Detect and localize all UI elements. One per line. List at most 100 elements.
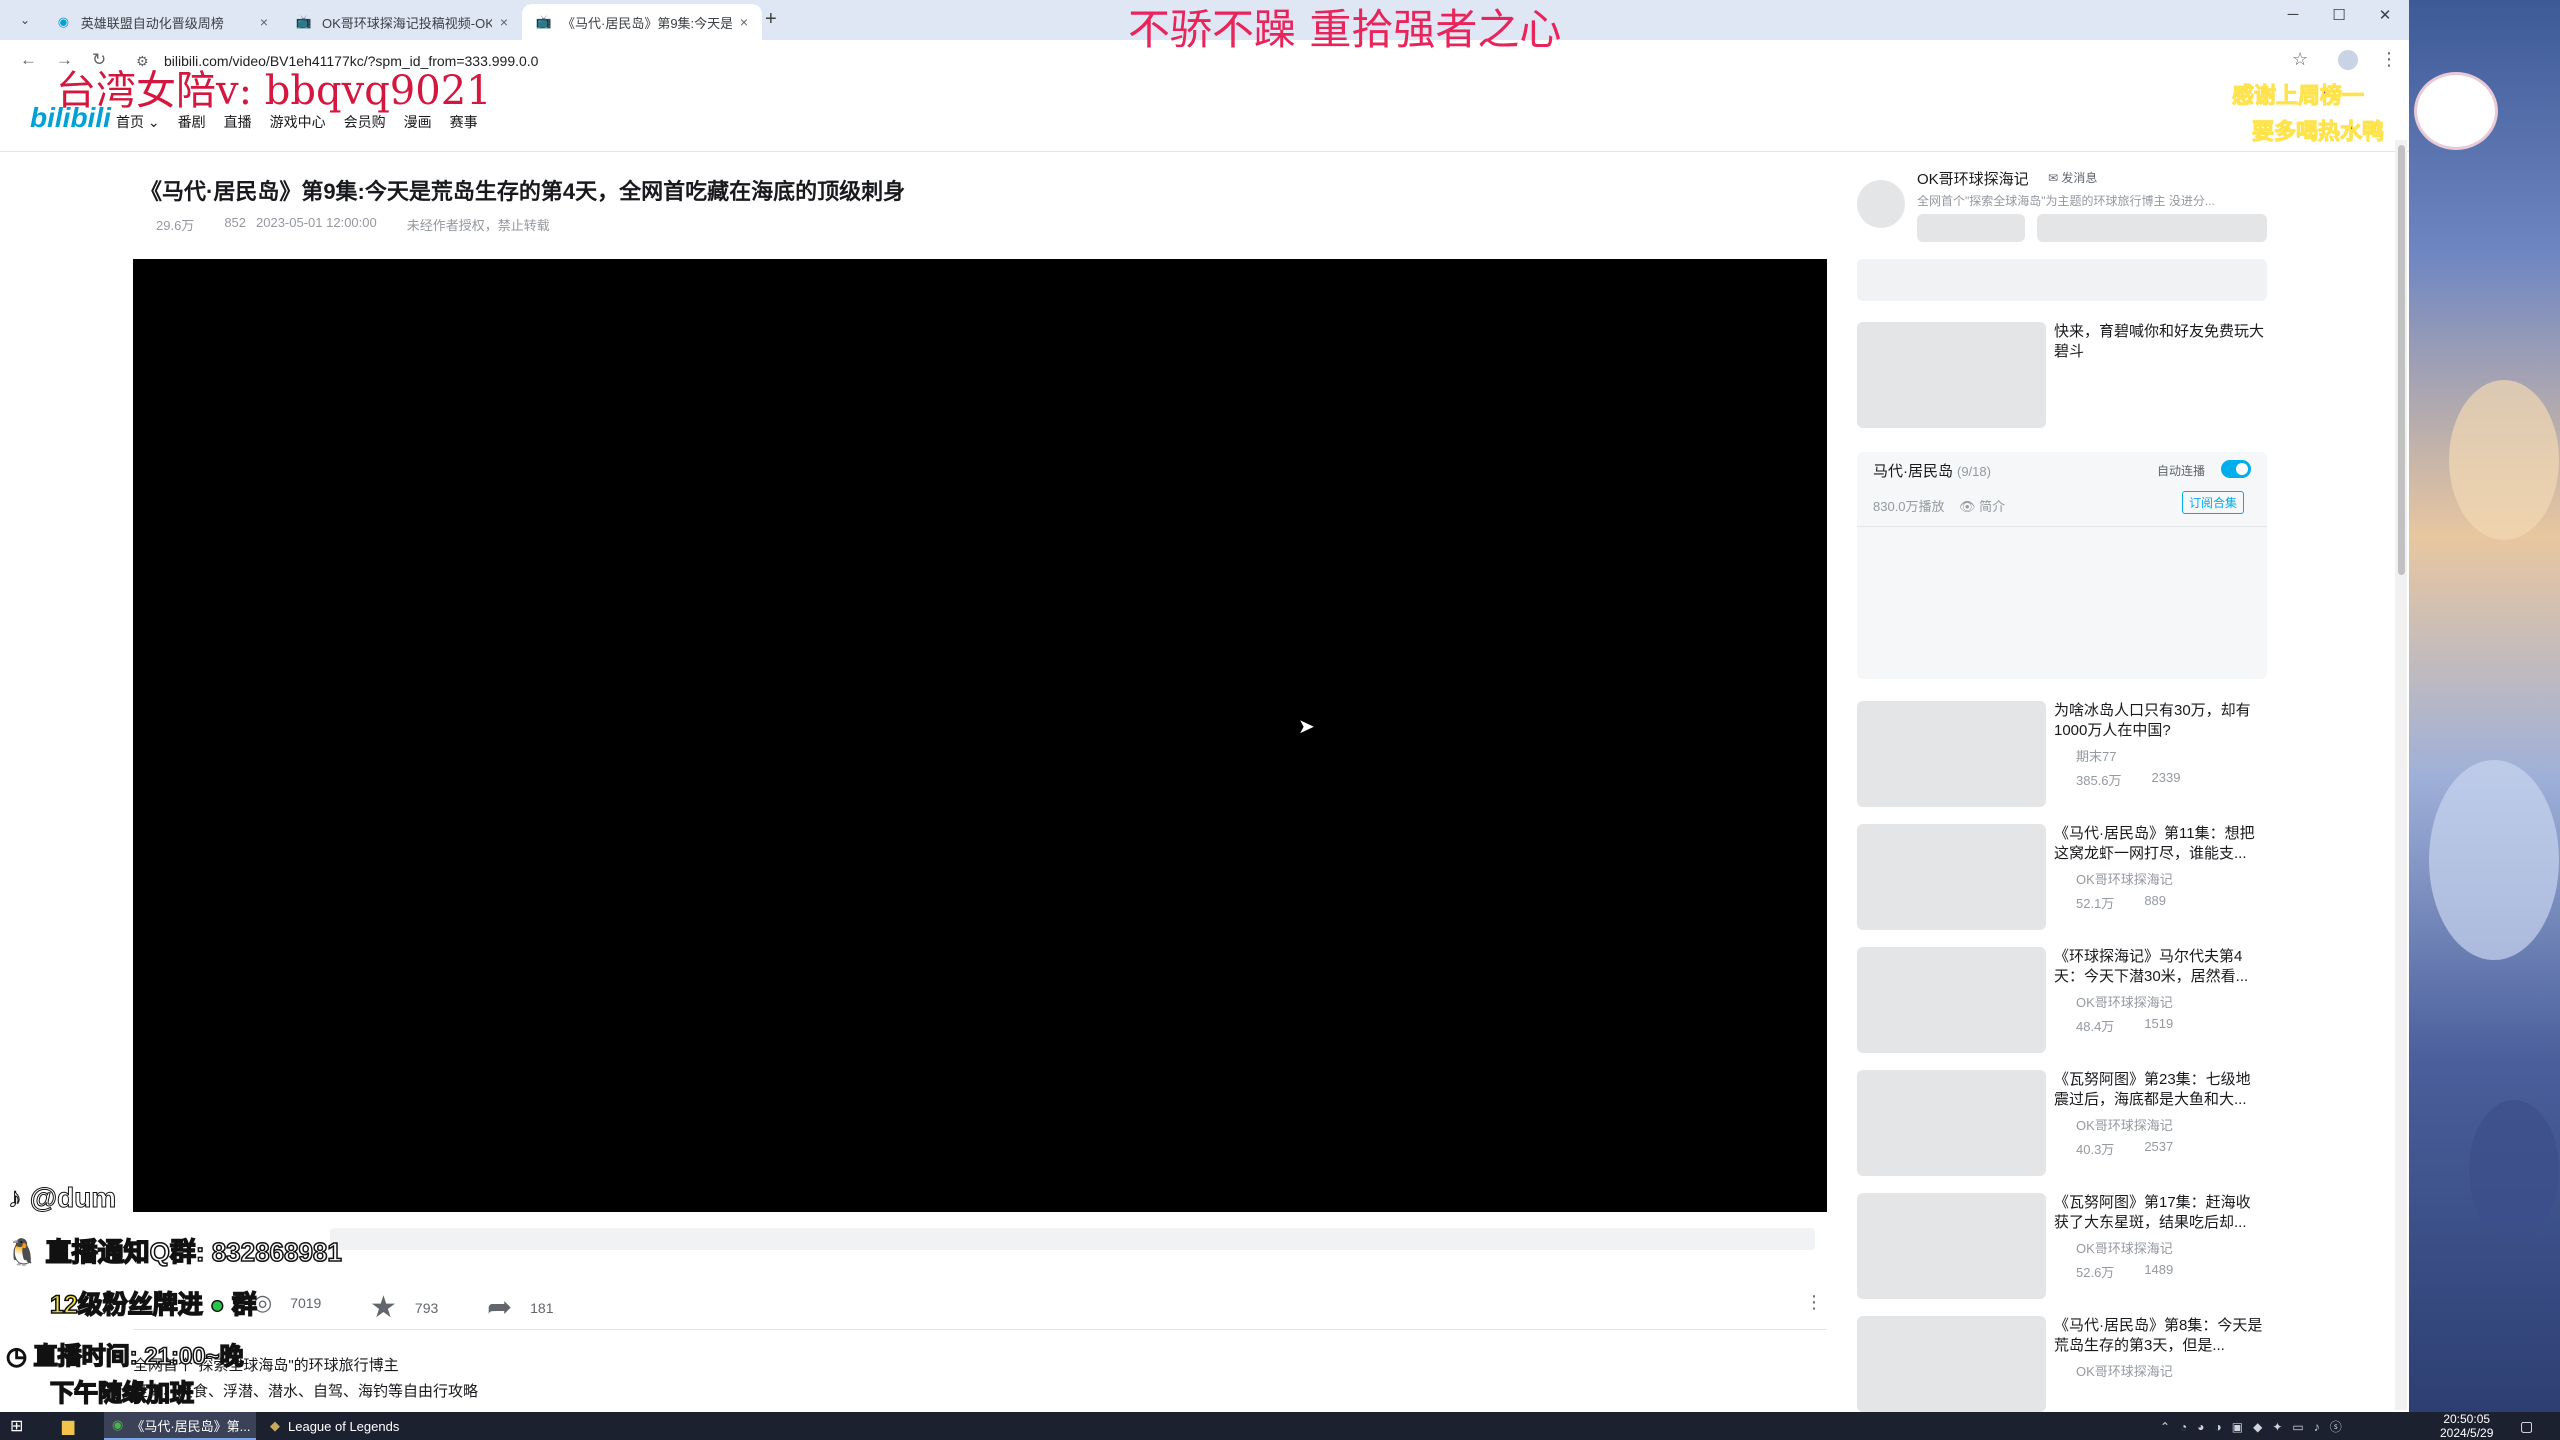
browser-menu-icon[interactable]: ⋮ <box>2380 49 2398 70</box>
rec-title[interactable]: 《环球探海记》马尔代夫第4天：今天下潜30米，居然看... <box>2054 947 2264 987</box>
video-thumbnail[interactable] <box>1857 947 2046 1053</box>
qq-group-notice: 🐧 直播通知Q群: 832868981 <box>5 1236 342 1268</box>
close-icon[interactable]: × <box>260 14 268 30</box>
tab-lol-ranking[interactable]: ◉ 英雄联盟自动化晋级周榜 × <box>42 4 282 40</box>
tiktok-icon: ♪ <box>8 1182 30 1214</box>
rec-title[interactable]: 《瓦努阿图》第23集：七级地震过后，海底都是大鱼和大... <box>2054 1070 2264 1110</box>
stream-banner-text: 不骄不躁 重拾强者之心 <box>1128 5 1562 54</box>
playlist-plays: 830.0万播放 <box>1873 499 1945 514</box>
stream-overtime-note: 下午随缘加班 <box>49 1379 195 1408</box>
taskbar-chrome-item[interactable]: ◉ 《马代·居民岛》第... <box>104 1412 256 1440</box>
close-icon[interactable]: × <box>740 14 748 30</box>
video-thumbnail[interactable] <box>1857 1070 2046 1176</box>
maximize-button[interactable]: ☐ <box>2316 6 2362 24</box>
stream-schedule: ◷ 直播时间: 21:00~晚 <box>5 1342 244 1371</box>
share-button[interactable]: ➦ 181 <box>487 1290 554 1325</box>
clock-icon: ◷ <box>5 1342 34 1371</box>
scrollbar-thumb[interactable] <box>2398 145 2405 575</box>
back-icon[interactable]: ← <box>20 50 37 70</box>
chrome-icon: ◉ <box>112 1417 124 1432</box>
playlist-title[interactable]: 马代·居民岛 (9/18) <box>1873 460 1991 481</box>
league-icon: ◆ <box>270 1418 280 1433</box>
rec-author[interactable]: OK哥环球探海记 <box>2076 1115 2173 1134</box>
uploader-name[interactable]: OK哥环球探海记 <box>1917 168 2029 189</box>
tab-ok-uploads[interactable]: 📺 OK哥环球探海记投稿视频-OK哥 × <box>282 4 522 40</box>
autoplay-toggle[interactable] <box>2221 460 2251 478</box>
rec-title[interactable]: 为啥冰岛人口只有30万，却有1000万人在中国? <box>2054 701 2264 741</box>
rec-author[interactable]: OK哥环球探海记 <box>2076 1361 2173 1380</box>
star-icon: ★ <box>370 1291 397 1324</box>
coin-button[interactable]: ◎ 7019 <box>253 1290 321 1316</box>
rec-stats: 52.1万 889 <box>2076 893 2167 911</box>
uploader-avatar[interactable] <box>1857 180 1905 228</box>
danmaku-list-panel[interactable] <box>1857 259 2267 301</box>
video-thumbnail[interactable] <box>1857 1316 2046 1412</box>
windows-start-icon[interactable]: ⊞ <box>10 1412 23 1440</box>
tab-current-video[interactable]: 📺 《马代·居民岛》第9集:今天是荒 × <box>522 4 762 40</box>
mouse-cursor-icon: ➤ <box>1298 716 1315 738</box>
divider <box>1857 526 2267 527</box>
share-count: 181 <box>530 1299 554 1316</box>
rec-author[interactable]: 期末77 <box>2076 746 2116 765</box>
close-icon[interactable]: × <box>500 14 508 30</box>
publish-date: 2023-05-01 12:00:00 <box>256 215 377 230</box>
video-thumbnail[interactable] <box>1857 824 2046 930</box>
rec-author[interactable]: OK哥环球探海记 <box>2076 1238 2173 1257</box>
rec-title[interactable]: 《马代·居民岛》第11集：想把这窝龙虾一网打尽，谁能支... <box>2054 824 2264 864</box>
subscribe-collection-button[interactable]: 订阅合集 <box>2182 491 2245 514</box>
danmaku-input-bar[interactable] <box>330 1228 1815 1250</box>
rec-author[interactable]: OK哥环球探海记 <box>2076 869 2173 888</box>
playlist-intro-link[interactable]: 👁 简介 <box>1959 496 2005 515</box>
video-thumbnail[interactable] <box>1857 1193 2046 1299</box>
file-explorer-icon[interactable]: ▆ <box>62 1412 74 1440</box>
globe-icon: ◉ <box>57 14 70 29</box>
view-count: 29.6万 <box>156 218 195 233</box>
browser-window: ⌄ ◉ 英雄联盟自动化晋级周榜 × 📺 OK哥环球探海记投稿视频-OK哥 × 📺… <box>0 0 2409 1412</box>
stream-wallpaper <box>2409 0 2560 1412</box>
notification-icon[interactable]: ▢ <box>2520 1412 2533 1440</box>
mascot-cat-icon <box>2414 72 2498 150</box>
charge-button[interactable] <box>1917 214 2025 242</box>
video-player[interactable] <box>133 259 1827 1212</box>
stream-thanks-text: 感谢上周榜一 <box>2231 83 2365 109</box>
tab-label: 《马代·居民岛》第9集:今天是荒 <box>562 15 732 31</box>
rec-author[interactable]: OK哥环球探海记 <box>2076 992 2173 1011</box>
taskbar-lol-item[interactable]: ◆ League of Legends <box>262 1412 422 1440</box>
rec-title[interactable]: 《瓦努阿图》第17集：赶海收获了大东星斑，结果吃后却... <box>2054 1193 2264 1233</box>
rec-stats: 52.6万 1489 <box>2076 1262 2174 1280</box>
playlist-panel: 马代·居民岛 (9/18) 自动连播 830.0万播放 👁 简介 订阅合集 <box>1857 452 2267 679</box>
coin-count: 7019 <box>290 1295 322 1311</box>
stream-water-text: 要多喝热水鸭 <box>2251 119 2385 145</box>
system-clock[interactable]: 20:50:05 2024/5/29 <box>2440 1412 2493 1440</box>
danmaku-count: 852 <box>224 215 247 230</box>
bookmark-star-icon[interactable]: ☆ <box>2292 49 2308 70</box>
window-close-button[interactable]: ✕ <box>2362 6 2408 24</box>
ad-title[interactable]: 快来，育碧喊你和好友免费玩大碧斗 <box>2054 322 2264 362</box>
tab-list-icon[interactable]: ⌄ <box>14 9 36 31</box>
windows-taskbar: ⊞ ▆ ◉ 《马代·居民岛》第... ◆ League of Legends ⌃… <box>0 1412 2560 1440</box>
share-arrow-icon: ➦ <box>487 1291 513 1324</box>
video-meta: 29.6万 852 2023-05-01 12:00:00 未经作者授权，禁止转… <box>156 215 580 234</box>
ad-thumbnail[interactable] <box>1857 322 2046 428</box>
favorite-button[interactable]: ★ 793 <box>370 1290 438 1325</box>
bilibili-tv-icon: 📺 <box>295 14 313 29</box>
copyright-notice: 未经作者授权，禁止转载 <box>406 218 550 233</box>
tab-label: 英雄联盟自动化晋级周榜 <box>80 15 224 31</box>
system-tray-icons[interactable]: ⌃◔◕◑▣◆✦▭♪ⓢ <box>2160 1412 2352 1440</box>
video-thumbnail[interactable] <box>1857 701 2046 807</box>
playlist-count: (9/18) <box>1957 464 1991 479</box>
autoplay-label: 自动连播 <box>2157 464 2206 478</box>
wechat-icon: ● <box>209 1290 226 1320</box>
stream-wechat-text: 台湾女陪v: bbqvq9021 <box>56 68 492 114</box>
send-message-button[interactable]: ✉ 发消息 <box>2048 169 2097 186</box>
tab-label: OK哥环球探海记投稿视频-OK哥 <box>322 15 492 31</box>
minimize-button[interactable]: ─ <box>2270 6 2316 23</box>
tiktok-handle: ♪ @dum <box>8 1182 117 1214</box>
follow-button[interactable] <box>2037 214 2267 242</box>
rec-title[interactable]: 《马代·居民岛》第8集：今天是荒岛生存的第3天，但是... <box>2054 1316 2264 1356</box>
fans-badge-notice: 12级粉丝牌进 ● 群 <box>49 1290 257 1320</box>
profile-icon[interactable] <box>2338 50 2358 70</box>
new-tab-button[interactable]: + <box>765 8 777 31</box>
rec-stats: 40.3万 2537 <box>2076 1139 2174 1157</box>
more-options-icon[interactable]: ⋮ <box>1805 1292 1823 1313</box>
